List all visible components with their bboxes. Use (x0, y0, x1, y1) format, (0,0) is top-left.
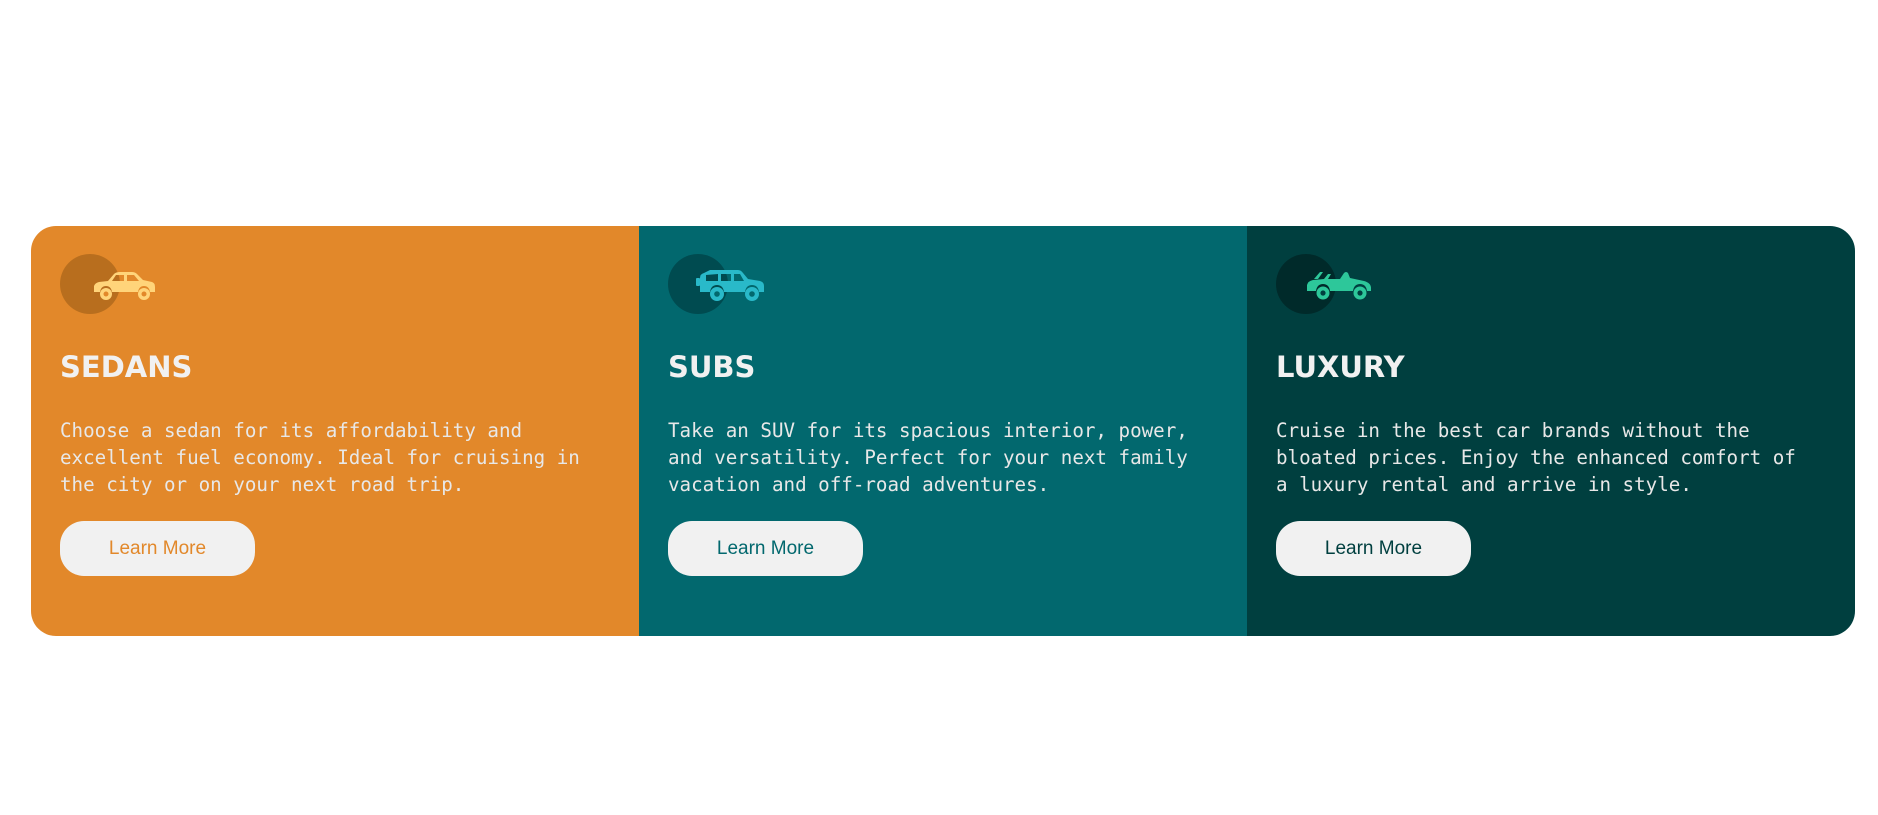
luxury-card: LUXURY Cruise in the best car brands wit… (1247, 226, 1855, 636)
card-title: SEDANS (60, 350, 193, 384)
suv-car-icon (696, 270, 764, 301)
sedans-learn-more-button[interactable]: Learn More (60, 521, 255, 576)
card-title: LUXURY (1276, 350, 1405, 384)
card-description: Choose a sedan for its affordability and… (60, 419, 580, 496)
subs-icon-wrap (668, 254, 778, 314)
luxury-learn-more-button[interactable]: Learn More (1276, 521, 1471, 576)
subs-learn-more-button[interactable]: Learn More (668, 521, 863, 576)
sedans-card: SEDANS Choose a sedan for its affordabil… (31, 226, 639, 636)
card-description: Take an SUV for its spacious interior, p… (668, 419, 1188, 496)
subs-card: SUBS Take an SUV for its spacious interi… (639, 226, 1247, 636)
card-title: SUBS (668, 350, 756, 384)
convertible-car-icon (1307, 272, 1371, 300)
car-category-panel: SEDANS Choose a sedan for its affordabil… (31, 226, 1855, 636)
sedans-icon-wrap (60, 254, 170, 314)
sedan-car-icon (94, 272, 155, 300)
card-description: Cruise in the best car brands without th… (1276, 419, 1796, 496)
luxury-icon-wrap (1276, 254, 1386, 314)
